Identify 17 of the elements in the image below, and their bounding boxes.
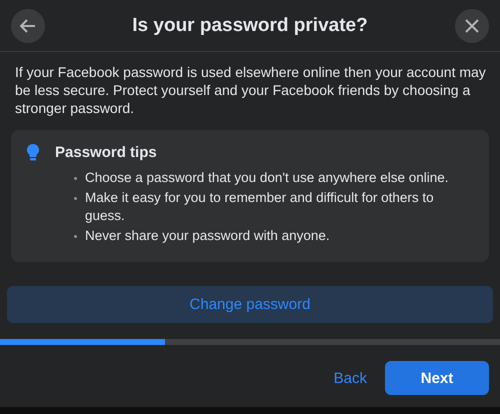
tip-text: Never share your password with anyone. xyxy=(85,227,330,245)
bullet-icon xyxy=(74,235,77,238)
change-password-button[interactable]: Change password xyxy=(7,286,493,323)
tip-text: Choose a password that you don't use anywhere else online. xyxy=(85,169,449,187)
back-button[interactable]: Back xyxy=(334,370,367,386)
tip-text: Make it easy for you to remember and difficult for others to guess. xyxy=(85,189,435,225)
close-icon xyxy=(465,18,479,32)
lightbulb-icon xyxy=(27,144,39,161)
bullet-icon xyxy=(74,177,77,180)
next-button[interactable]: Next xyxy=(385,361,489,395)
back-arrow-button[interactable] xyxy=(11,8,45,42)
bullet-icon xyxy=(74,197,77,200)
arrow-left-icon xyxy=(20,18,36,32)
tips-title: Password tips xyxy=(55,144,157,161)
close-button[interactable] xyxy=(455,8,489,42)
dialog-title: Is your password private? xyxy=(132,14,368,36)
intro-text: If your Facebook password is used elsewhere online then your account may be less secure. Protect yourself and your Facebook friends by choosing a stronger password. xyxy=(15,63,486,117)
